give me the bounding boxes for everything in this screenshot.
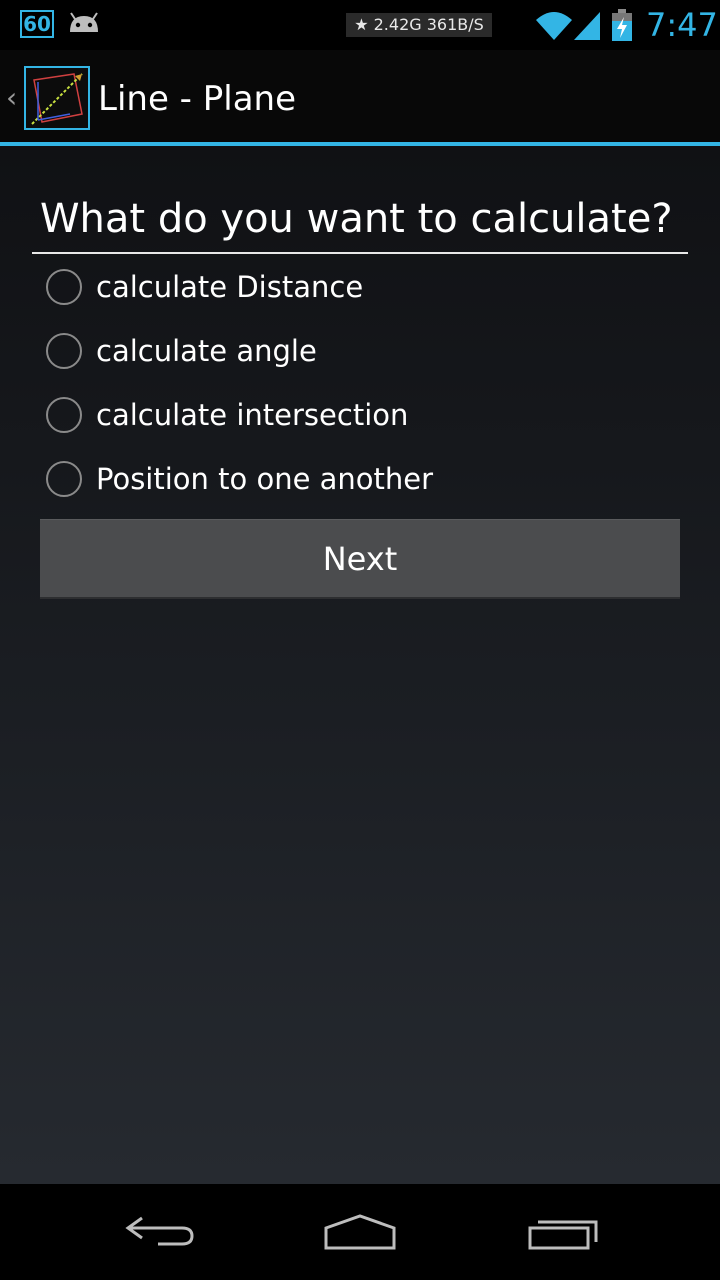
radio-button[interactable] bbox=[46, 269, 82, 305]
network-speed: ★ 2.42G 361B/S bbox=[346, 13, 492, 37]
back-icon[interactable] bbox=[120, 1208, 200, 1256]
radio-button[interactable] bbox=[46, 333, 82, 369]
notification-badge: 60 bbox=[20, 10, 54, 38]
radio-option-position[interactable]: Position to one another bbox=[40, 449, 640, 509]
status-bar: 60 ★ 2.42G 361B/S 7:47 bbox=[0, 0, 720, 50]
radio-label[interactable]: calculate angle bbox=[96, 330, 636, 372]
line-plane-app-icon[interactable] bbox=[24, 66, 90, 130]
screen: 60 ★ 2.42G 361B/S 7:47 ‹ Line - Plane Wh… bbox=[0, 0, 720, 1280]
radio-option-distance[interactable]: calculate Distance bbox=[40, 257, 640, 317]
clock: 7:47 bbox=[646, 6, 718, 44]
radio-label[interactable]: calculate Distance bbox=[96, 266, 636, 308]
action-bar: ‹ Line - Plane bbox=[0, 50, 720, 146]
recent-apps-icon[interactable] bbox=[524, 1208, 604, 1256]
main-content: What do you want to calculate? calculate… bbox=[0, 146, 720, 1184]
radio-label[interactable]: calculate intersection bbox=[96, 394, 636, 436]
radio-button[interactable] bbox=[46, 461, 82, 497]
navigation-bar bbox=[0, 1184, 720, 1280]
page-title: Line - Plane bbox=[98, 79, 296, 119]
signal-icon bbox=[574, 12, 600, 40]
question-heading: What do you want to calculate? bbox=[40, 196, 673, 242]
radio-option-intersection[interactable]: calculate intersection bbox=[40, 385, 640, 445]
question-divider bbox=[32, 252, 688, 254]
wifi-icon bbox=[536, 12, 572, 40]
radio-label[interactable]: Position to one another bbox=[96, 458, 636, 500]
home-icon[interactable] bbox=[320, 1208, 400, 1256]
android-icon bbox=[70, 12, 98, 32]
radio-option-angle[interactable]: calculate angle bbox=[40, 321, 640, 381]
battery-charging-icon bbox=[612, 9, 632, 41]
chevron-left-icon[interactable]: ‹ bbox=[6, 80, 24, 116]
next-button[interactable]: Next bbox=[40, 519, 680, 599]
radio-button[interactable] bbox=[46, 397, 82, 433]
